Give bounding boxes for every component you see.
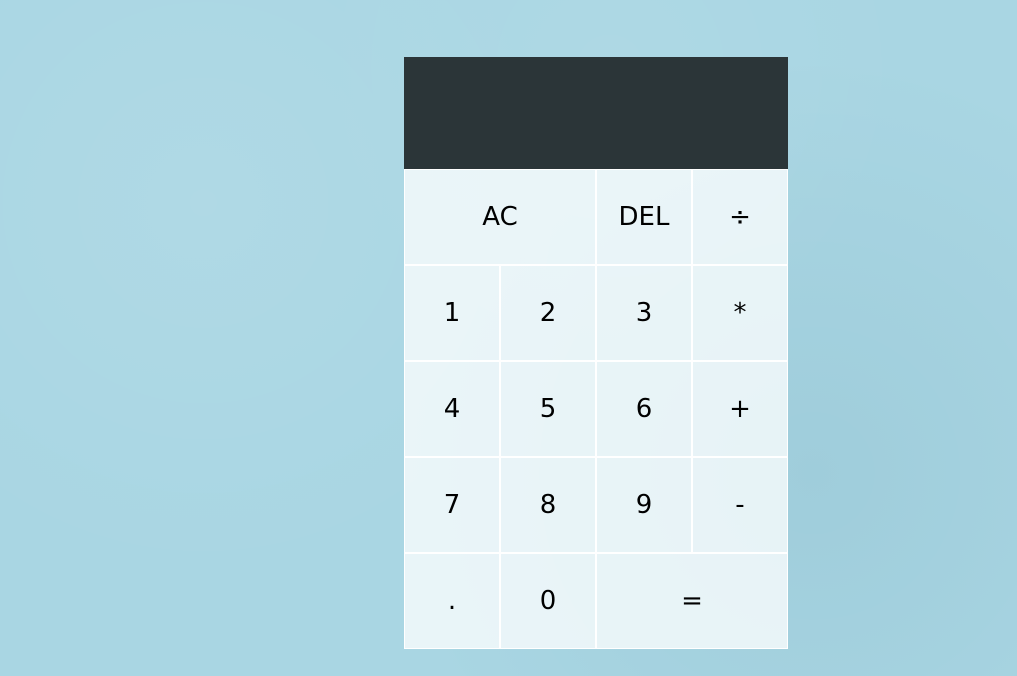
delete-button[interactable]: DEL (596, 169, 692, 265)
divide-button[interactable]: ÷ (692, 169, 788, 265)
digit-3-button[interactable]: 3 (596, 265, 692, 361)
add-button[interactable]: + (692, 361, 788, 457)
decimal-button[interactable]: . (404, 553, 500, 649)
all-clear-button[interactable]: AC (404, 169, 596, 265)
digit-1-button[interactable]: 1 (404, 265, 500, 361)
equals-button[interactable]: = (596, 553, 788, 649)
calculator-display (404, 57, 788, 169)
digit-0-button[interactable]: 0 (500, 553, 596, 649)
digit-7-button[interactable]: 7 (404, 457, 500, 553)
digit-8-button[interactable]: 8 (500, 457, 596, 553)
digit-4-button[interactable]: 4 (404, 361, 500, 457)
digit-2-button[interactable]: 2 (500, 265, 596, 361)
multiply-button[interactable]: * (692, 265, 788, 361)
subtract-button[interactable]: - (692, 457, 788, 553)
digit-6-button[interactable]: 6 (596, 361, 692, 457)
digit-9-button[interactable]: 9 (596, 457, 692, 553)
digit-5-button[interactable]: 5 (500, 361, 596, 457)
calculator: AC DEL ÷ 1 2 3 * 4 5 6 + 7 8 9 - . 0 = (404, 57, 788, 649)
